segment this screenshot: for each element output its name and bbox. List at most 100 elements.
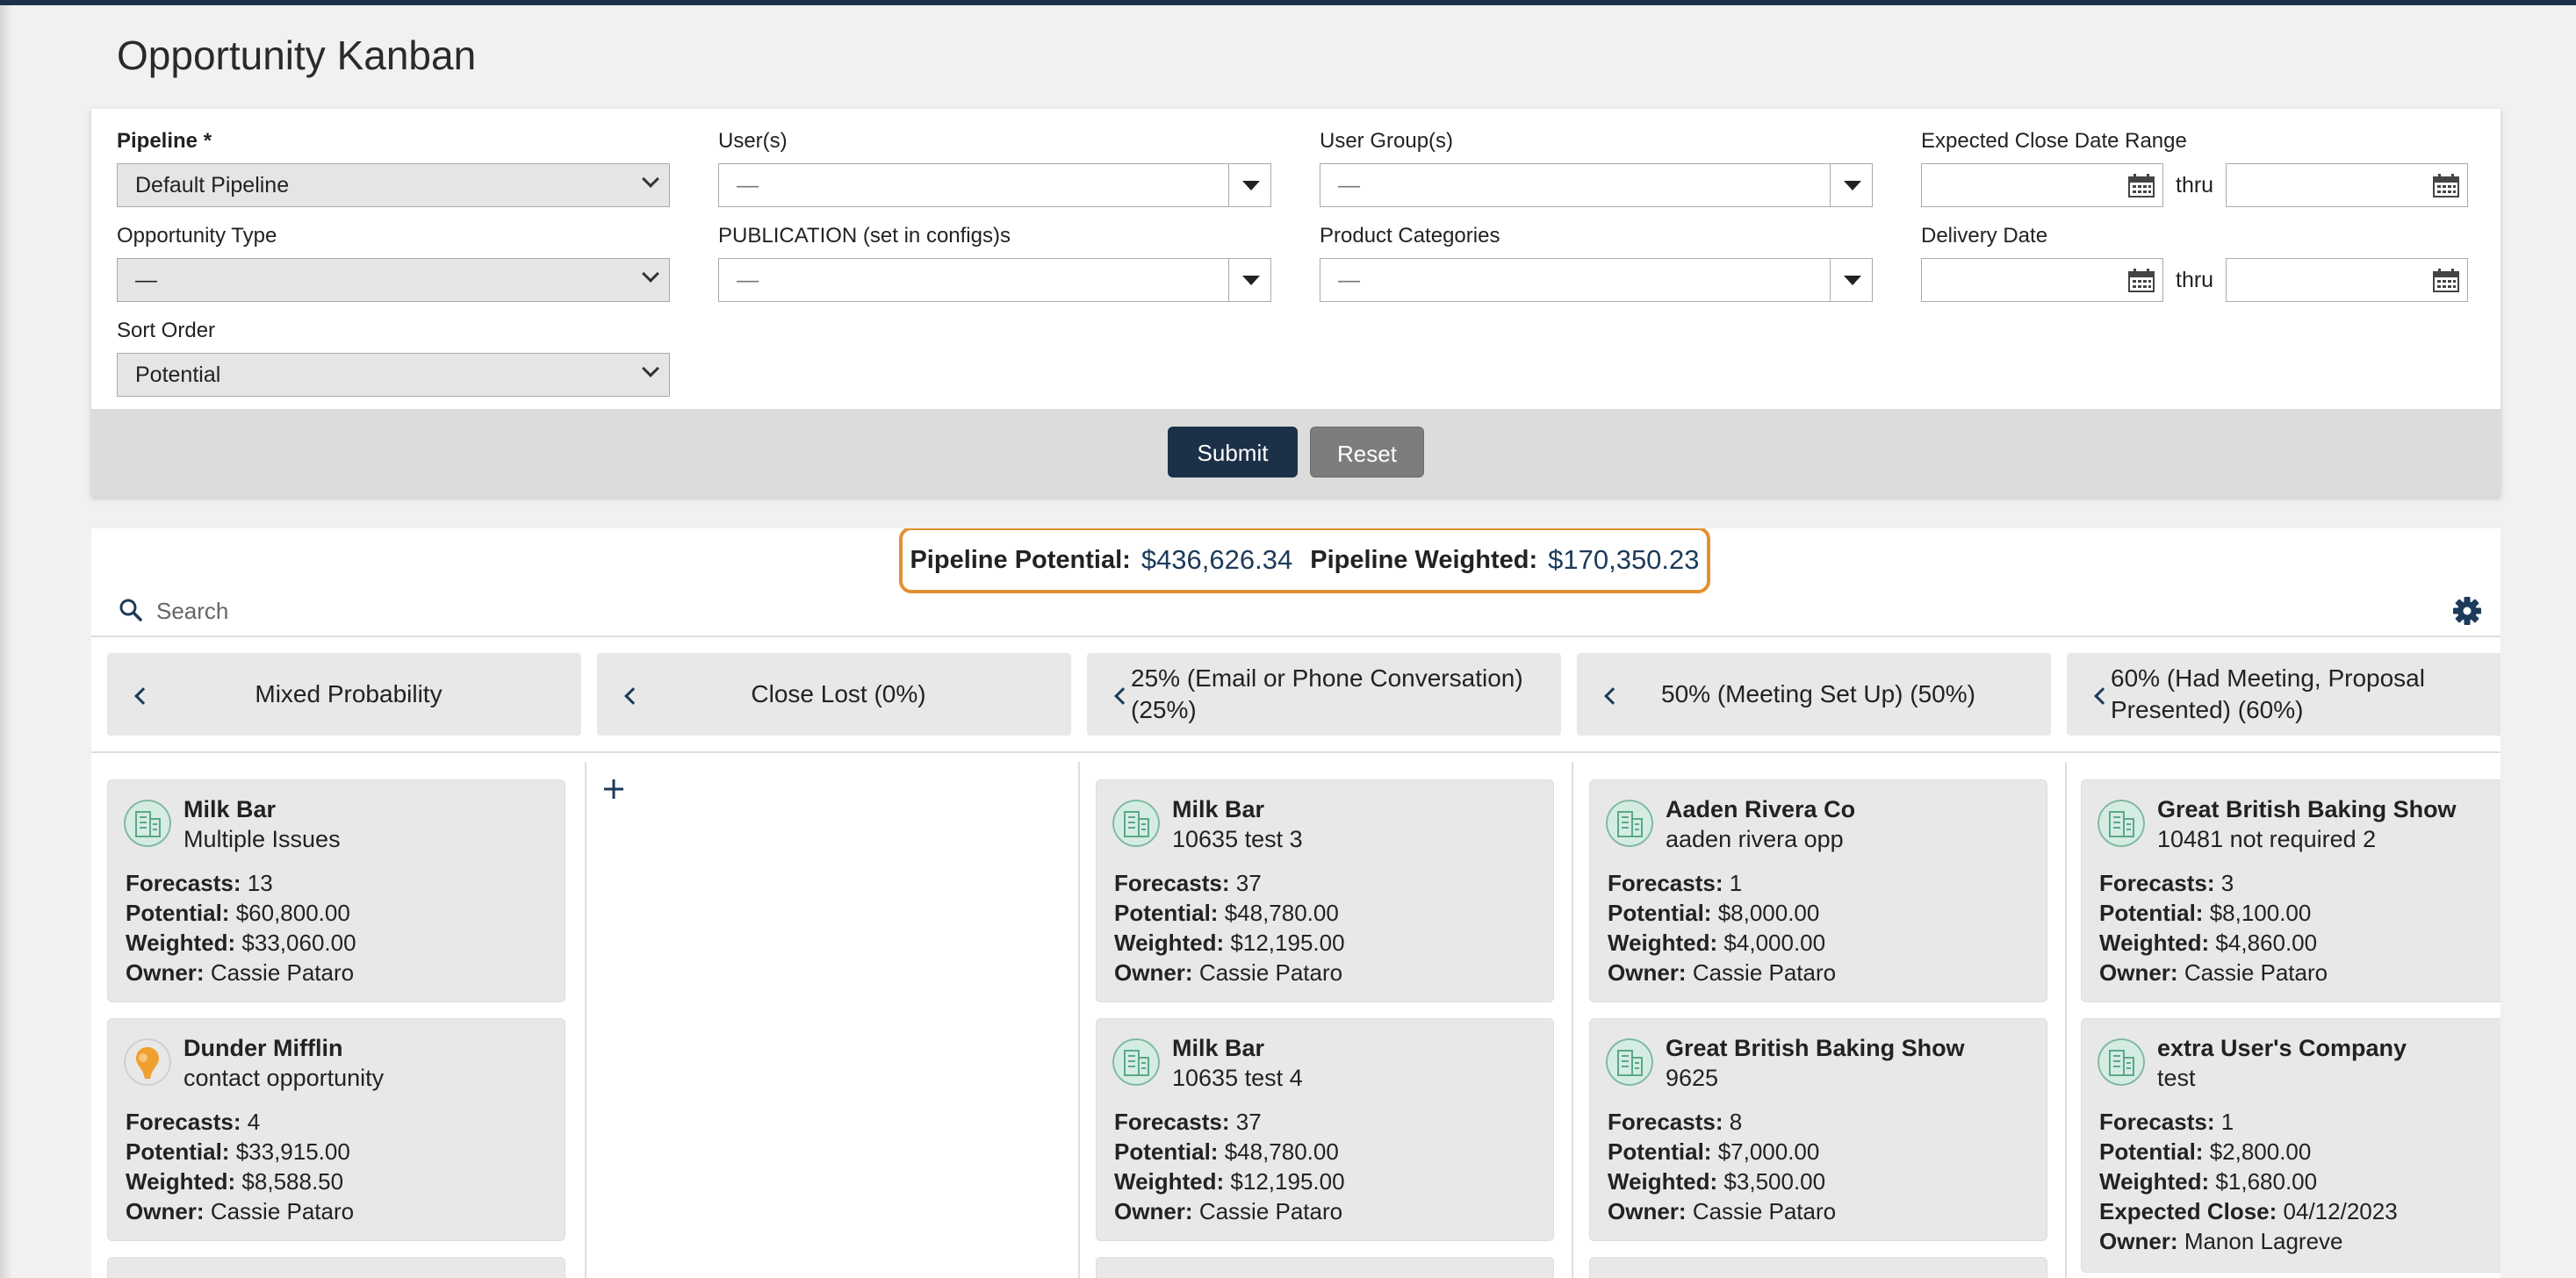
card-opportunity: 10635 test 4: [1172, 1065, 1303, 1091]
opportunity-card[interactable]: [1096, 1257, 1554, 1278]
column-header-25-percent: 25% (Email or Phone Conversation) (25%): [1087, 653, 1561, 736]
chevron-left-icon[interactable]: [2067, 653, 2111, 736]
card-opportunity: test: [2157, 1065, 2196, 1091]
card-forecasts: 13: [247, 870, 273, 896]
opportunity-card[interactable]: [107, 1257, 565, 1278]
column-header-close-lost: Close Lost (0%): [597, 653, 1071, 736]
opportunity-card[interactable]: extra User's Company test Forecasts: 1 P…: [2081, 1018, 2500, 1273]
calendar-icon[interactable]: [2127, 268, 2155, 292]
card-forecasts: 1: [2220, 1109, 2234, 1135]
dropdown-arrow-icon[interactable]: [1830, 259, 1872, 301]
card-fields: Forecasts: 1 Potential: $8,000.00 Weight…: [1608, 870, 1837, 986]
product-categories-filter: Product Categories —: [1320, 223, 1873, 302]
card-potential: $8,000.00: [1717, 900, 1820, 926]
card-weighted: $3,500.00: [1723, 1168, 1826, 1195]
reset-button[interactable]: Reset: [1310, 427, 1424, 477]
header-divider: [91, 751, 2500, 753]
card-weighted: $4,860.00: [2215, 930, 2318, 956]
opportunity-type-select[interactable]: —: [117, 258, 670, 302]
publication-select[interactable]: —: [718, 258, 1271, 302]
opportunity-card[interactable]: Great British Baking Show 9625 Forecasts…: [1589, 1018, 2047, 1241]
user-groups-select[interactable]: —: [1320, 163, 1873, 207]
product-categories-select-value: —: [1338, 268, 1360, 292]
card-fields: Forecasts: 8 Potential: $7,000.00 Weight…: [1608, 1109, 1837, 1224]
thru-label: thru: [2176, 267, 2214, 292]
card-fields: Forecasts: 13 Potential: $60,800.00 Weig…: [126, 870, 356, 986]
pipeline-select[interactable]: Default Pipeline: [117, 163, 670, 207]
card-potential: $60,800.00: [235, 900, 350, 926]
chevron-left-icon[interactable]: [1577, 653, 1621, 736]
card-company: Great British Baking Show: [1666, 1035, 1965, 1061]
chevron-down-icon: [642, 170, 659, 188]
card-company: Aaden Rivera Co: [1666, 796, 1856, 822]
filter-panel: Pipeline * Default Pipeline User(s) — Us…: [91, 109, 2500, 497]
chevron-left-icon[interactable]: [597, 653, 641, 736]
page-title: Opportunity Kanban: [117, 32, 477, 78]
card-potential: $48,780.00: [1224, 1138, 1339, 1165]
column-separator: [2065, 762, 2067, 1278]
opportunity-card[interactable]: [1589, 1257, 2047, 1278]
left-edge-shadow: [0, 5, 12, 1278]
opportunity-card[interactable]: Aaden Rivera Co aaden rivera opp Forecas…: [1589, 779, 2047, 1002]
opportunity-card[interactable]: Great British Baking Show 10481 not requ…: [2081, 779, 2500, 1002]
gear-icon[interactable]: [2451, 595, 2483, 627]
opportunity-type-filter: Opportunity Type —: [117, 223, 670, 302]
opportunity-card[interactable]: Dunder Mifflin contact opportunity Forec…: [107, 1018, 565, 1241]
submit-button[interactable]: Submit: [1168, 427, 1298, 477]
delivery-date-label: Delivery Date: [1921, 224, 2048, 248]
card-fields: Forecasts: 1 Potential: $2,800.00 Weight…: [2099, 1109, 2398, 1254]
delivery-date-filter: Delivery Date thru: [1921, 223, 2469, 302]
kanban-board: Pipeline Potential: $436,626.34 Pipeline…: [91, 528, 2500, 1278]
search-row: [91, 586, 2500, 637]
user-groups-select-value: —: [1338, 173, 1360, 197]
opportunity-type-label: Opportunity Type: [117, 224, 277, 248]
expected-close-filter: Expected Close Date Range thru: [1921, 128, 2469, 207]
user-groups-label: User Group(s): [1320, 129, 1454, 153]
filter-button-bar: Submit Reset: [91, 409, 2500, 497]
chevron-left-icon[interactable]: [1087, 653, 1131, 736]
thru-label: thru: [2176, 172, 2214, 197]
card-owner: Cassie Pataro: [1198, 1198, 1343, 1224]
card-owner: Cassie Pataro: [1692, 959, 1837, 986]
card-company: Milk Bar: [1172, 796, 1265, 822]
column-title: 50% (Meeting Set Up) (50%): [1661, 680, 1975, 707]
opportunity-card[interactable]: Milk Bar 10635 test 3 Forecasts: 37 Pote…: [1096, 779, 1554, 1002]
column-separator: [1078, 762, 1080, 1278]
card-owner: Cassie Pataro: [1198, 959, 1343, 986]
pipeline-filter: Pipeline * Default Pipeline: [117, 128, 670, 207]
users-select[interactable]: —: [718, 163, 1271, 207]
expected-close-end-input[interactable]: [2226, 163, 2469, 207]
search-input[interactable]: [155, 593, 681, 628]
chevron-down-icon: [642, 265, 659, 283]
expected-close-label: Expected Close Date Range: [1921, 129, 2187, 153]
opportunity-card[interactable]: Milk Bar 10635 test 4 Forecasts: 37 Pote…: [1096, 1018, 1554, 1241]
card-forecasts: 37: [1235, 870, 1262, 896]
card-owner: Cassie Pataro: [2184, 959, 2328, 986]
chevron-left-icon[interactable]: [107, 653, 151, 736]
card-potential: $8,100.00: [2209, 900, 2312, 926]
delivery-date-start-input[interactable]: [1921, 258, 2163, 302]
card-forecasts: 4: [247, 1109, 261, 1135]
delivery-date-end-input[interactable]: [2226, 258, 2469, 302]
add-icon[interactable]: [602, 778, 625, 801]
sort-order-filter: Sort Order Potential: [117, 318, 670, 397]
dropdown-arrow-icon[interactable]: [1228, 259, 1270, 301]
user-groups-filter: User Group(s) —: [1320, 128, 1873, 207]
calendar-icon[interactable]: [2432, 268, 2460, 292]
dropdown-arrow-icon[interactable]: [1830, 164, 1872, 206]
card-potential: $2,800.00: [2209, 1138, 2312, 1165]
opportunity-card[interactable]: Milk Bar Multiple Issues Forecasts: 13 P…: [107, 779, 565, 1002]
calendar-icon[interactable]: [2432, 173, 2460, 197]
calendar-icon[interactable]: [2127, 173, 2155, 197]
product-categories-select[interactable]: —: [1320, 258, 1873, 302]
card-forecasts: 37: [1235, 1109, 1262, 1135]
card-company: extra User's Company: [2157, 1035, 2407, 1061]
expected-close-start-input[interactable]: [1921, 163, 2163, 207]
column-title: Mixed Probability: [255, 680, 443, 707]
sort-order-select[interactable]: Potential: [117, 353, 670, 397]
card-weighted: $33,060.00: [241, 930, 356, 956]
dropdown-arrow-icon[interactable]: [1228, 164, 1270, 206]
card-weighted: $1,680.00: [2215, 1168, 2318, 1195]
top-nav-bar: [0, 0, 2576, 5]
card-fields: Forecasts: 4 Potential: $33,915.00 Weigh…: [126, 1109, 355, 1224]
